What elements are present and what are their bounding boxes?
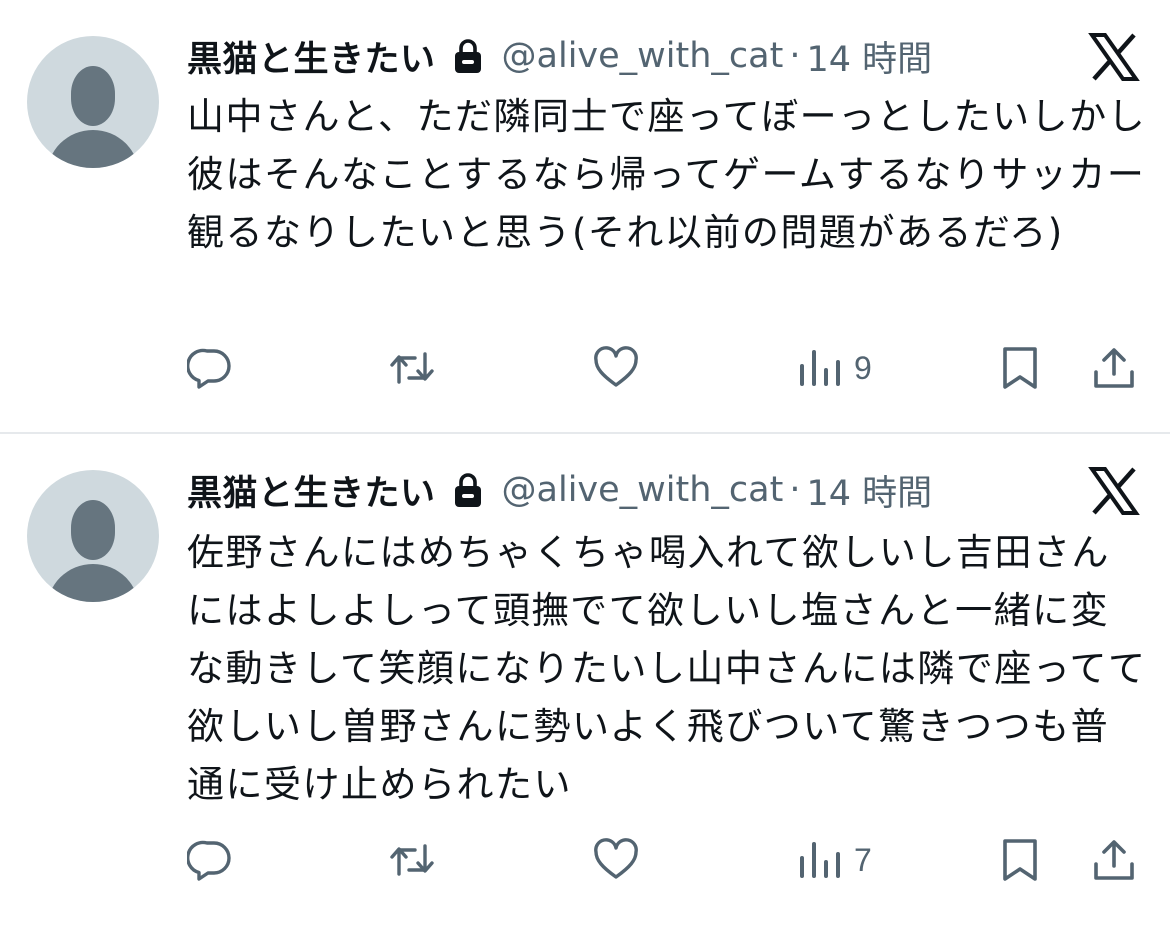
retweet-icon [388,836,436,884]
views-count: 9 [854,349,872,386]
user-handle[interactable]: @alive_with_cat [502,36,784,76]
retweet-button[interactable] [388,344,436,392]
bookmark-icon [996,836,1044,884]
avatar[interactable] [27,470,159,602]
heart-icon [592,836,640,884]
bar-chart-icon [796,836,844,884]
avatar-head-shape [71,500,115,560]
tweet-text: 佐野さんにはめちゃくちゃ喝入れて欲しいし吉田さんにはよしよしって頭撫でて欲しいし… [187,531,1147,806]
timestamp[interactable]: 14 時間 [806,31,932,82]
retweet-button[interactable] [388,836,436,884]
user-handle[interactable]: @alive_with_cat [502,470,784,510]
tweet[interactable]: 黒猫と生きたい @alive_with_cat · 14 時間 山中さんと、ただ… [0,0,1170,434]
x-logo [1088,466,1140,516]
lock-icon [452,472,484,508]
retweet-icon [388,344,436,392]
tweet[interactable]: 黒猫と生きたい @alive_with_cat · 14 時間 佐野さんにはめち… [0,434,1170,934]
like-button[interactable] [592,344,640,392]
reply-button[interactable] [187,344,235,392]
bookmark-button[interactable] [996,344,1044,392]
share-button[interactable] [1090,836,1138,884]
lock-icon [452,38,484,74]
avatar-body-shape [47,130,139,168]
tweet-header: 黒猫と生きたい @alive_with_cat · 14 時間 [187,30,932,82]
timestamp[interactable]: 14 時間 [806,465,932,516]
bar-chart-icon [796,344,844,392]
share-icon [1090,836,1138,884]
bookmark-button[interactable] [996,836,1044,884]
reply-button[interactable] [187,836,235,884]
tweet-header: 黒猫と生きたい @alive_with_cat · 14 時間 [187,464,932,516]
separator-dot: · [789,470,801,510]
heart-icon [592,344,640,392]
views-count: 7 [854,841,872,878]
reply-icon [187,836,235,884]
views-button[interactable]: 7 [796,836,872,884]
display-name[interactable]: 黒猫と生きたい [187,31,436,82]
avatar-head-shape [71,66,115,126]
avatar-body-shape [47,564,139,602]
share-icon [1090,344,1138,392]
views-button[interactable]: 9 [796,344,872,392]
reply-icon [187,344,235,392]
tweet-text: 山中さんと、ただ隣同士で座ってぼーっとしたいしかし彼はそんなことするなら帰ってゲ… [187,95,1147,254]
x-logo [1088,32,1140,82]
display-name[interactable]: 黒猫と生きたい [187,465,436,516]
bookmark-icon [996,344,1044,392]
share-button[interactable] [1090,344,1138,392]
like-button[interactable] [592,836,640,884]
separator-dot: · [789,36,801,76]
avatar[interactable] [27,36,159,168]
